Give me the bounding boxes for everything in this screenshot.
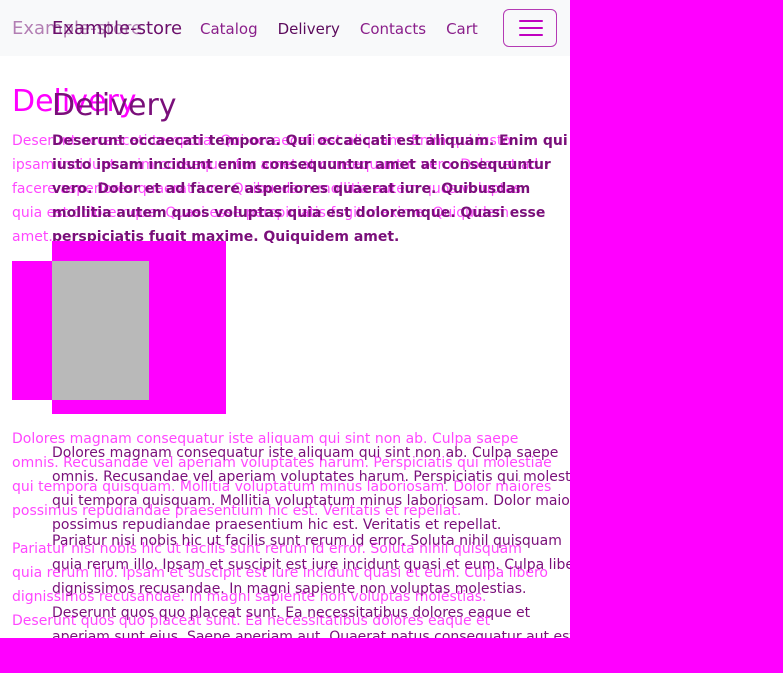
paragraph-3: Pariatur nisi nobis hic ut facilis sunt … <box>52 533 570 638</box>
page-viewport: Example-store Example-store Catalog Deli… <box>0 0 570 638</box>
paragraph-1: Deserunt occaecati tempora. Qui occaecat… <box>52 133 568 245</box>
paragraph-2: Dolores magnam consequatur iste aliquam … <box>52 445 570 533</box>
nav-link-catalog[interactable]: Catalog <box>200 20 258 38</box>
nav-links: Catalog Delivery Contacts Cart <box>200 20 478 38</box>
page-title: Delivery <box>52 88 177 123</box>
navbar-toggler-button[interactable] <box>503 9 557 47</box>
nav-link-delivery[interactable]: Delivery <box>278 20 340 38</box>
nav-link-cart[interactable]: Cart <box>446 20 478 38</box>
content-image <box>52 261 149 400</box>
nav-link-contacts[interactable]: Contacts <box>360 20 426 38</box>
brand-link[interactable]: Example-store <box>52 18 182 39</box>
navbar: Example-store Example-store Catalog Deli… <box>0 0 570 56</box>
